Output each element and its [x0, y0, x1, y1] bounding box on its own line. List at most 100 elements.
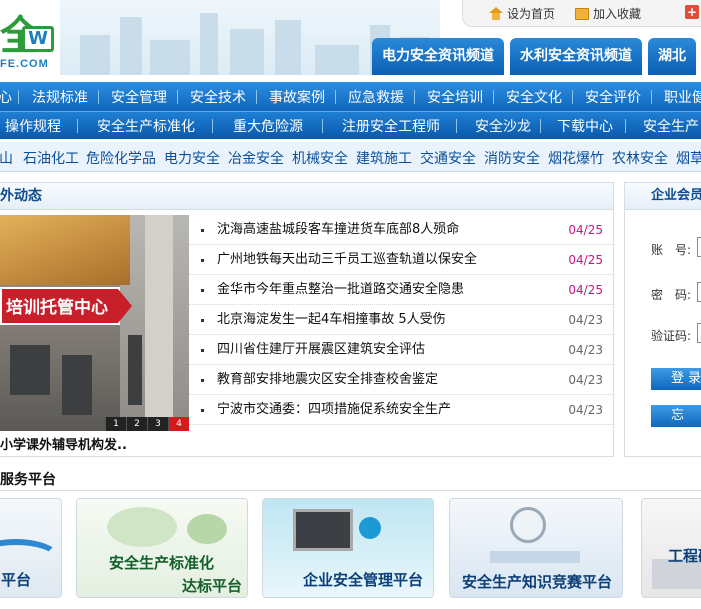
service-card-standardization-label: 安全生产标准化 [109, 554, 215, 572]
login-button[interactable]: 登 录 [651, 368, 701, 390]
service-card-1[interactable]: 平台 [0, 498, 62, 598]
nav-item-center[interactable]: 心 [0, 87, 12, 107]
news-title[interactable]: 金华市今年重点整治一批道路交通安全隐患 [217, 275, 464, 305]
nav-item-safety-engineer[interactable]: 注册安全工程师 [342, 116, 440, 136]
news-date: 04/23 [568, 343, 603, 357]
nav-item-standardization[interactable]: 安全生产标准化 [97, 116, 195, 136]
main-nav: 心 法规标准 安全管理 安全技术 事故案例 应急救援 安全培训 安全文化 安全评… [0, 82, 701, 111]
nav-item-major-hazard[interactable]: 重大危险源 [233, 116, 303, 136]
plus-icon: + [685, 5, 699, 19]
photo-sign-text: 培训托管中心 [0, 287, 120, 325]
captcha-label: 验证码: [651, 329, 692, 343]
bullet-icon [201, 259, 204, 262]
plus-link[interactable]: + [685, 5, 699, 19]
cat-fire[interactable]: 消防安全 [484, 148, 540, 168]
add-favorite-link[interactable]: 加入收藏 [575, 5, 641, 22]
news-row[interactable]: 北京海淀发生一起4车相撞事故 5人受伤 04/23 [189, 305, 613, 335]
news-title[interactable]: 教育部安排地震灾区安全排查校舍鉴定 [217, 365, 438, 395]
cat-tobacco[interactable]: 烟草 [676, 148, 701, 168]
service-card-knowledge-contest-label: 安全生产知识竞赛平台 [462, 573, 613, 591]
set-homepage-label: 设为首页 [507, 7, 556, 21]
pager-3[interactable]: 3 [147, 417, 168, 431]
nav-item-regulations[interactable]: 法规标准 [32, 87, 88, 107]
cat-traffic[interactable]: 交通安全 [420, 148, 476, 168]
forgot-button[interactable]: 忘 [651, 405, 701, 427]
news-date: 04/23 [568, 403, 603, 417]
news-date: 04/23 [568, 313, 603, 327]
cat-agriculture[interactable]: 农林安全 [612, 148, 668, 168]
service-card-enterprise-mgmt[interactable]: 企业安全管理平台 [262, 498, 434, 598]
member-login-panel: 企业会员 账 号: 密 码: 验证码: 登 录 忘 [624, 182, 701, 457]
nav-item-training[interactable]: 安全培训 [427, 87, 483, 107]
cat-mining[interactable]: 山 [0, 148, 13, 168]
site-logo[interactable]: 全 W FE.COM [0, 8, 70, 70]
news-row[interactable]: 教育部安排地震灾区安全排查校舍鉴定 04/23 [189, 365, 613, 395]
nav-item-occupational-health[interactable]: 职业健 [664, 87, 701, 107]
captcha-input[interactable] [697, 323, 701, 343]
cat-power-safety[interactable]: 电力安全 [164, 148, 220, 168]
nav-item-culture[interactable]: 安全文化 [506, 87, 562, 107]
news-title[interactable]: 四川省住建厅开展震区建筑安全评估 [217, 335, 425, 365]
nav-item-evaluation[interactable]: 安全评价 [585, 87, 641, 107]
nav-item-downloads[interactable]: 下载中心 [557, 116, 613, 136]
news-date: 04/25 [568, 223, 603, 237]
news-title[interactable]: 广州地铁每天出动三千员工巡查轨道以保安全 [217, 245, 477, 275]
bullet-icon [201, 229, 204, 232]
news-row[interactable]: 沈海高速盐城段客车撞进货车底部8人殒命 04/25 [189, 215, 613, 245]
service-platform-title: 服务平台 [0, 472, 56, 488]
cat-metallurgy[interactable]: 冶金安全 [228, 148, 284, 168]
home-icon [489, 7, 503, 20]
add-favorite-label: 加入收藏 [593, 7, 642, 21]
service-card-standardization[interactable]: 安全生产标准化 达标平台 [76, 498, 248, 598]
nav-item-safety-production[interactable]: 安全生产 [643, 116, 699, 136]
nav-item-emergency[interactable]: 应急救援 [348, 87, 404, 107]
favorite-icon [575, 7, 589, 20]
news-row[interactable]: 金华市今年重点整治一批道路交通安全隐患 04/25 [189, 275, 613, 305]
cat-hazardous-chemicals[interactable]: 危险化学品 [86, 148, 156, 168]
news-panel: 外动态 培训托管中心 1 2 3 4 小学课外辅导机构发.. 沈海高速盐城段客车… [0, 182, 614, 457]
nav-item-management[interactable]: 安全管理 [111, 87, 167, 107]
set-homepage-link[interactable]: 设为首页 [489, 5, 555, 22]
pager-2[interactable]: 2 [126, 417, 147, 431]
cat-construction[interactable]: 建筑施工 [356, 148, 412, 168]
news-row[interactable]: 宁波市交通委：四项措施促系统安全生产 04/23 [189, 395, 613, 425]
account-input[interactable] [697, 237, 701, 257]
news-list: 沈海高速盐城段客车撞进货车底部8人殒命 04/25 广州地铁每天出动三千员工巡查轨道… [189, 215, 613, 425]
password-label: 密 码: [651, 288, 692, 302]
service-divider [0, 490, 701, 491]
service-card-engineering[interactable]: 工程研 [641, 498, 701, 598]
news-row[interactable]: 广州地铁每天出动三千员工巡查轨道以保安全 04/25 [189, 245, 613, 275]
news-photo-slider[interactable]: 培训托管中心 1 2 3 4 [0, 215, 189, 431]
photo-caption[interactable]: 小学课外辅导机构发.. [0, 434, 127, 453]
nav-item-salon[interactable]: 安全沙龙 [475, 116, 531, 136]
news-title[interactable]: 宁波市交通委：四项措施促系统安全生产 [217, 395, 451, 425]
bullet-icon [201, 379, 204, 382]
service-card-knowledge-contest[interactable]: 安全生产知识竞赛平台 [449, 498, 623, 598]
pager-4[interactable]: 4 [168, 417, 189, 431]
bullet-icon [201, 409, 204, 412]
news-title[interactable]: 沈海高速盐城段客车撞进货车底部8人殒命 [217, 215, 459, 245]
password-input[interactable] [697, 282, 701, 302]
service-card-engineering-label: 工程研 [668, 547, 701, 565]
nav-item-technology[interactable]: 安全技术 [190, 87, 246, 107]
cat-petrochemical[interactable]: 石油化工 [23, 148, 79, 168]
service-card-1-label: 平台 [1, 571, 32, 589]
tab-power-safety[interactable]: 电力安全资讯频道 [372, 38, 504, 75]
news-date: 04/25 [568, 253, 603, 267]
category-bar: 山 石油化工 危险化学品 电力安全 冶金安全 机械安全 建筑施工 交通安全 消防… [0, 142, 701, 172]
site-header: 全 W FE.COM 设为首页 加入收藏 + 电力安全资讯频道 水利安全资讯频道… [0, 0, 701, 75]
photo-pager: 1 2 3 4 [105, 417, 189, 431]
news-title[interactable]: 北京海淀发生一起4车相撞事故 5人受伤 [217, 305, 446, 335]
tab-water-safety[interactable]: 水利安全资讯频道 [510, 38, 642, 75]
nav-item-procedures[interactable]: 操作规程 [5, 116, 61, 136]
service-card-enterprise-mgmt-label: 企业安全管理平台 [303, 571, 424, 589]
bullet-icon [201, 289, 204, 292]
member-heading: 企业会员 [625, 183, 701, 210]
cat-fireworks[interactable]: 烟花爆竹 [548, 148, 604, 168]
tab-hubei[interactable]: 湖北 [648, 38, 696, 75]
pager-1[interactable]: 1 [105, 417, 126, 431]
nav-item-accident-cases[interactable]: 事故案例 [269, 87, 325, 107]
bullet-icon [201, 349, 204, 352]
news-row[interactable]: 四川省住建厅开展震区建筑安全评估 04/23 [189, 335, 613, 365]
cat-machinery[interactable]: 机械安全 [292, 148, 348, 168]
